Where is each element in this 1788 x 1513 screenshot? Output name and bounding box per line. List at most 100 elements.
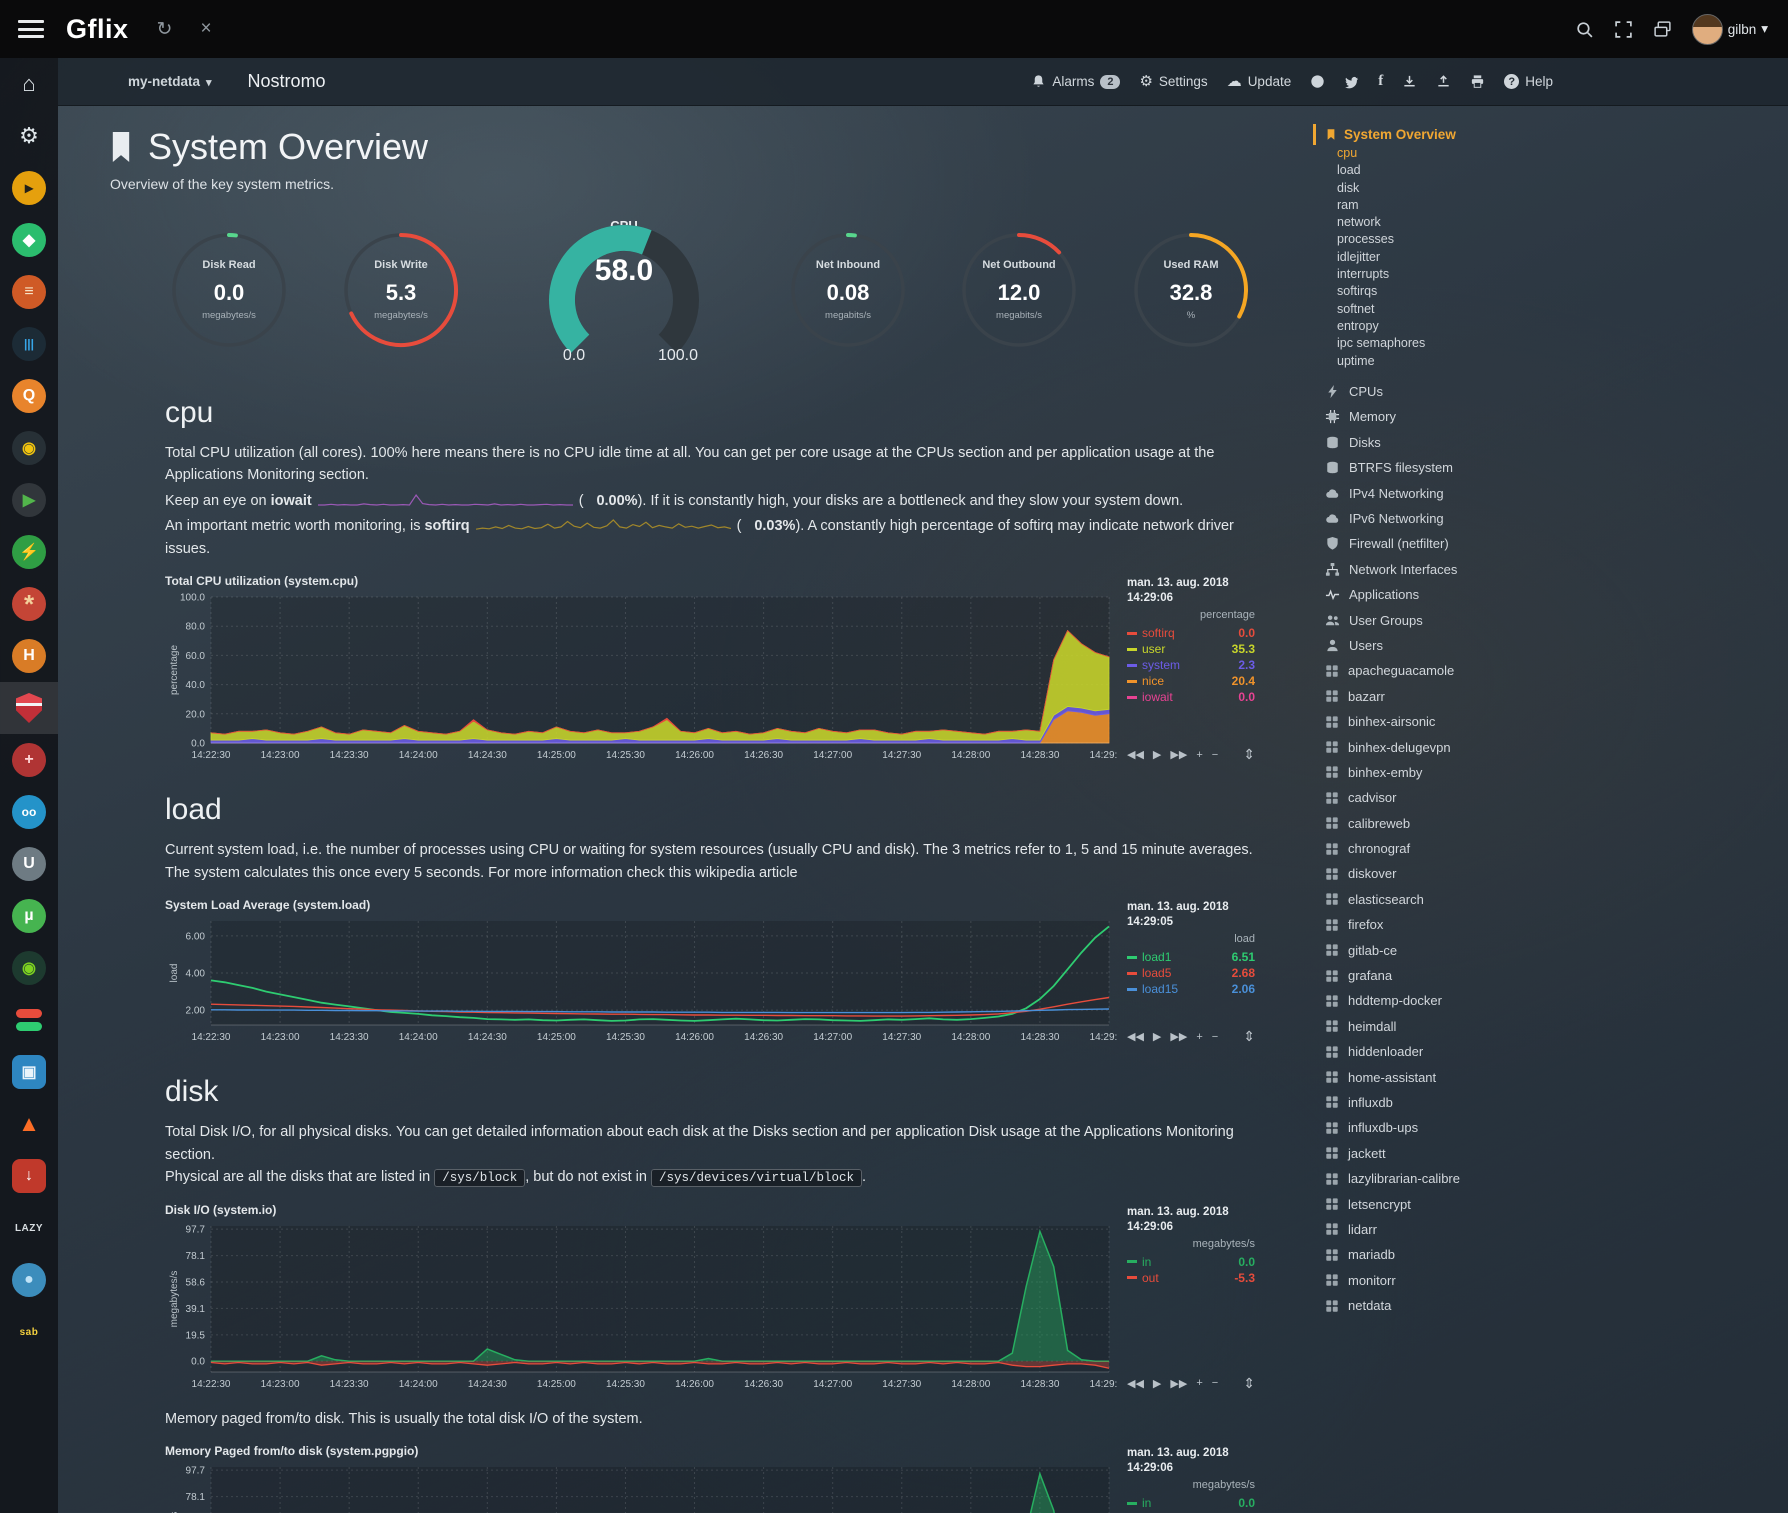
nav-app-cadvisor[interactable]: cadvisor <box>1325 785 1765 810</box>
chart-zoom-out-button[interactable]: − <box>1212 1377 1218 1389</box>
update-button[interactable]: ☁Update <box>1227 74 1292 89</box>
chart-rewind-button[interactable]: ◀◀ <box>1127 1377 1144 1390</box>
iowait-sparkline[interactable] <box>318 493 573 507</box>
gauge-used-ram[interactable]: Used RAM32.8% <box>1127 226 1255 354</box>
nav-app-grafana[interactable]: grafana <box>1325 963 1765 988</box>
nav-app-netdata[interactable]: netdata <box>1325 1293 1765 1318</box>
nav-menu-btrfs-filesystem[interactable]: BTRFS filesystem <box>1325 455 1765 480</box>
nav-menu-users[interactable]: Users <box>1325 633 1765 658</box>
disk-chart-area[interactable]: 14:22:3014:23:0014:23:3014:24:0014:24:30… <box>165 1220 1117 1392</box>
chart-play-button[interactable]: ▶ <box>1153 1030 1161 1043</box>
nav-menu-ipv4-networking[interactable]: IPv4 Networking <box>1325 480 1765 505</box>
nav-app-mariadb[interactable]: mariadb <box>1325 1242 1765 1267</box>
nav-app-lidarr[interactable]: lidarr <box>1325 1217 1765 1242</box>
nav-app-hddtemp-docker[interactable]: hddtemp-docker <box>1325 988 1765 1013</box>
nav-app-diskover[interactable]: diskover <box>1325 861 1765 886</box>
nav-item-network[interactable]: network <box>1325 214 1765 231</box>
chart-resize-handle[interactable]: ⇕ <box>1243 1028 1255 1045</box>
nav-app-hiddenloader[interactable]: hiddenloader <box>1325 1039 1765 1064</box>
section-heading-cpu[interactable]: cpu <box>165 396 1255 430</box>
nav-app-influxdb[interactable]: influxdb <box>1325 1090 1765 1115</box>
sidebar-app-utorrent-icon[interactable]: µ <box>0 890 58 942</box>
nav-app-gitlab-ce[interactable]: gitlab-ce <box>1325 937 1765 962</box>
nav-app-binhex-delugevpn[interactable]: binhex-delugevpn <box>1325 734 1765 759</box>
sidebar-app-airsonic-icon[interactable]: ||| <box>0 318 58 370</box>
sidebar-app-plex-icon[interactable]: ▸ <box>0 162 58 214</box>
gauge-net-outbound[interactable]: Net Outbound12.0megabits/s <box>955 226 1083 354</box>
nav-menu-memory[interactable]: Memory <box>1325 404 1765 429</box>
sidebar-app-emby-icon[interactable]: ▶ <box>0 474 58 526</box>
nav-item-softirqs[interactable]: softirqs <box>1325 283 1765 300</box>
nav-menu-ipv6-networking[interactable]: IPv6 Networking <box>1325 506 1765 531</box>
nav-menu-firewall-netfilter-[interactable]: Firewall (netfilter) <box>1325 531 1765 556</box>
chart-zoom-out-button[interactable]: − <box>1212 749 1218 761</box>
github-icon[interactable] <box>1310 74 1325 89</box>
nav-app-heimdall[interactable]: heimdall <box>1325 1014 1765 1039</box>
sidebar-app-heimdall-icon[interactable]: ▣ <box>0 1046 58 1098</box>
chart-rewind-button[interactable]: ◀◀ <box>1127 748 1144 761</box>
gauge-cpu[interactable]: CPU58.00.0100.0% <box>508 214 740 366</box>
legend-series-load5[interactable]: load52.68 <box>1127 965 1255 981</box>
legend-series-iowait[interactable]: iowait0.0 <box>1127 689 1255 705</box>
sidebar-app-nextcloud-icon[interactable]: oo <box>0 786 58 838</box>
pgpgio-chart-area[interactable]: 14:22:3014:23:0014:23:3014:24:0014:24:30… <box>165 1461 1117 1513</box>
nav-app-binhex-emby[interactable]: binhex-emby <box>1325 760 1765 785</box>
legend-series-system[interactable]: system2.3 <box>1127 657 1255 673</box>
legend-series-load15[interactable]: load152.06 <box>1127 981 1255 997</box>
nav-item-load[interactable]: load <box>1325 162 1765 179</box>
section-heading-disk[interactable]: disk <box>165 1075 1255 1109</box>
chart-resize-handle[interactable]: ⇕ <box>1243 746 1255 763</box>
legend-series-user[interactable]: user35.3 <box>1127 641 1255 657</box>
twitter-icon[interactable] <box>1344 74 1359 89</box>
facebook-icon[interactable]: f <box>1378 73 1383 90</box>
nav-item-uptime[interactable]: uptime <box>1325 353 1765 370</box>
chart-fast-forward-button[interactable]: ▶▶ <box>1170 748 1187 761</box>
sidebar-app-gitlab-icon[interactable]: ▲ <box>0 1098 58 1150</box>
windows-icon[interactable] <box>1653 20 1672 39</box>
nav-item-ipc-semaphores[interactable]: ipc semaphores <box>1325 335 1765 352</box>
nav-app-influxdb-ups[interactable]: influxdb-ups <box>1325 1115 1765 1140</box>
sidebar-app-water-drop-icon[interactable]: ● <box>0 1254 58 1306</box>
load-chart-area[interactable]: 14:22:3014:23:0014:23:3014:24:0014:24:30… <box>165 915 1117 1045</box>
nav-app-apacheguacamole[interactable]: apacheguacamole <box>1325 658 1765 683</box>
chart-fast-forward-button[interactable]: ▶▶ <box>1170 1377 1187 1390</box>
refresh-icon[interactable]: ↻ <box>157 18 173 41</box>
nav-system-overview[interactable]: System Overview <box>1313 124 1765 145</box>
sidebar-app-lazylibrarian-icon[interactable]: LAZY <box>0 1202 58 1254</box>
sidebar-app-deluge-icon[interactable]: ◉ <box>0 942 58 994</box>
cpu-chart-area[interactable]: 14:22:3014:23:0014:23:3014:24:0014:24:30… <box>165 591 1117 763</box>
chart-zoom-in-button[interactable]: + <box>1196 1031 1202 1043</box>
softirq-sparkline[interactable] <box>476 518 731 532</box>
sidebar-app-jackett-icon[interactable]: Q <box>0 370 58 422</box>
upload-snapshot-button[interactable] <box>1436 74 1451 89</box>
nav-app-elasticsearch[interactable]: elasticsearch <box>1325 887 1765 912</box>
sidebar-app-shield-active-icon[interactable] <box>0 682 58 734</box>
sidebar-app-pills-icon[interactable] <box>0 994 58 1046</box>
gauge-disk-write[interactable]: Disk Write5.3megabytes/s <box>337 226 465 354</box>
close-icon[interactable]: × <box>200 18 211 40</box>
sidebar-app-orange-stack-icon[interactable]: ≡ <box>0 266 58 318</box>
sidebar-app-tautulli-icon[interactable]: * <box>0 578 58 630</box>
nav-item-interrupts[interactable]: interrupts <box>1325 266 1765 283</box>
sidebar-app-downloader-icon[interactable]: ↓ <box>0 1150 58 1202</box>
nav-app-jackett[interactable]: jackett <box>1325 1141 1765 1166</box>
search-icon[interactable] <box>1575 20 1594 39</box>
section-heading-load[interactable]: load <box>165 793 1255 827</box>
sidebar-app-grey-u-icon[interactable]: U <box>0 838 58 890</box>
nav-app-bazarr[interactable]: bazarr <box>1325 684 1765 709</box>
nav-app-lazylibrarian-calibre[interactable]: lazylibrarian-calibre <box>1325 1166 1765 1191</box>
nav-menu-cpus[interactable]: CPUs <box>1325 379 1765 404</box>
nav-menu-network-interfaces[interactable]: Network Interfaces <box>1325 557 1765 582</box>
nav-item-idlejitter[interactable]: idlejitter <box>1325 249 1765 266</box>
nav-menu-applications[interactable]: Applications <box>1325 582 1765 607</box>
chart-zoom-out-button[interactable]: − <box>1212 1031 1218 1043</box>
nav-app-home-assistant[interactable]: home-assistant <box>1325 1064 1765 1089</box>
sidebar-home-icon[interactable]: ⌂ <box>0 58 58 110</box>
chart-resize-handle[interactable]: ⇕ <box>1243 1375 1255 1392</box>
legend-series-nice[interactable]: nice20.4 <box>1127 673 1255 689</box>
alarms-button[interactable]: Alarms2 <box>1031 74 1120 89</box>
nav-app-chronograf[interactable]: chronograf <box>1325 836 1765 861</box>
legend-series-out[interactable]: out-5.3 <box>1127 1270 1255 1286</box>
sidebar-app-green-media-icon[interactable]: ◆ <box>0 214 58 266</box>
help-button[interactable]: ?Help <box>1504 74 1553 89</box>
